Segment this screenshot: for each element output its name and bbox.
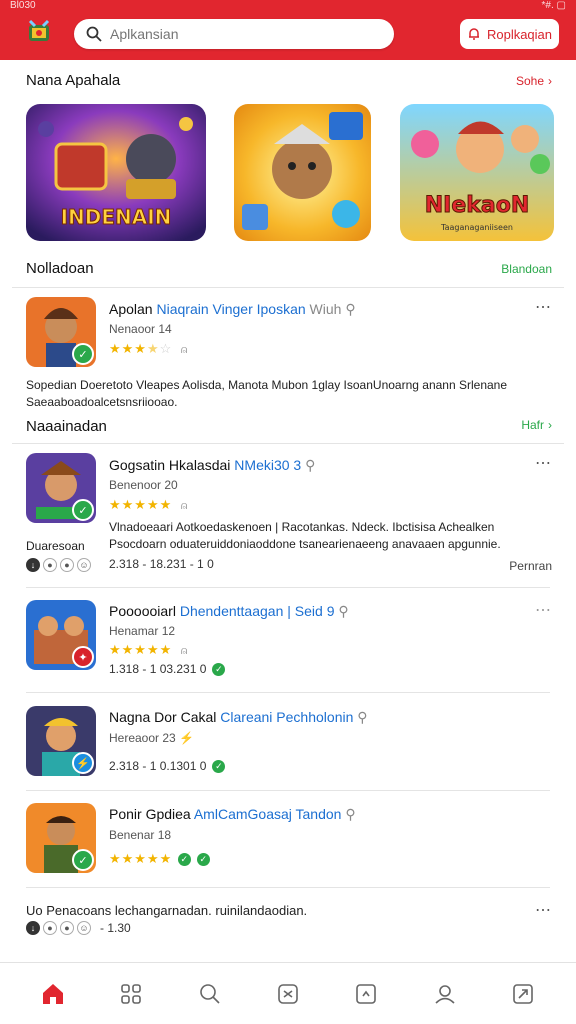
- more-options-icon[interactable]: ⋯: [535, 453, 552, 473]
- featured-see-all-link[interactable]: Sohe ›: [516, 74, 552, 88]
- divider: [26, 790, 550, 791]
- section-3-link-label: Hafr: [521, 418, 544, 432]
- mini-icons: ↓ ● ● ☺: [26, 558, 91, 572]
- user-icon: ⚲: [345, 301, 356, 317]
- lightning-icon: ⚡: [179, 731, 195, 745]
- user-icon: ⚲: [338, 603, 349, 619]
- rating-stars: ★★★★★ ✓ ✓: [109, 851, 211, 867]
- app-description: Vlnadoeaari Aotkoedaskenoen | Racotankas…: [109, 520, 501, 551]
- app-size: 1.318 - 1 03.231 0 ✓: [109, 662, 226, 677]
- home-icon[interactable]: [33, 974, 73, 1014]
- search-input[interactable]: [110, 26, 370, 42]
- header-action-label: Roplkaqian: [486, 26, 553, 42]
- mini-icons: ↓ ● ● ☺: [26, 921, 91, 935]
- fire-icon: ✦: [72, 646, 94, 668]
- status-bar-time: Bl030: [10, 0, 36, 11]
- app-meta: Hereaoor 23 ⚡: [109, 731, 195, 745]
- featured-section-title: Nana Apahala: [26, 72, 121, 89]
- more-options-icon[interactable]: ⋯: [535, 297, 552, 317]
- header-action-button[interactable]: Roplkaqian: [460, 19, 559, 49]
- profile-icon[interactable]: [425, 974, 465, 1014]
- divider: [12, 443, 564, 444]
- banner-3-caption: NIekaoN: [425, 193, 530, 218]
- chevron-right-icon: ›: [548, 418, 552, 432]
- rating-stars: ★★★★☆ ⍝: [109, 341, 189, 356]
- section-3-title: Naaainadan: [26, 418, 107, 435]
- app-meta: Benenar 18: [109, 828, 172, 842]
- check-icon: ✓: [212, 760, 226, 774]
- app-title: Apolan Niaqrain Vinger Iposkan Wiuh ⚲: [109, 301, 356, 317]
- bottom-navigation: [0, 962, 576, 1024]
- app-icon: ✦: [26, 600, 96, 670]
- verified-icon: ✓: [72, 499, 94, 521]
- chevron-right-icon: ›: [548, 74, 552, 88]
- search-bar[interactable]: [74, 19, 394, 49]
- bell-icon: ⍝: [180, 344, 189, 356]
- status-bar-icons: *#. ▢: [541, 0, 566, 11]
- featured-banner-1[interactable]: INDENAIN: [26, 104, 206, 241]
- app-title: Gogsatin Hkalasdai NMeki30 3 ⚲: [109, 457, 316, 473]
- section-2-title: Nolladoan: [26, 260, 94, 277]
- lightning-icon: ⚡: [72, 752, 94, 774]
- app-size: 2.318 - 1 0.1301 0 ✓: [109, 759, 226, 774]
- app-meta: Henamar 12: [109, 624, 176, 638]
- rating-stars: ★★★★★ ⍝: [109, 497, 189, 512]
- library-icon[interactable]: [503, 974, 543, 1014]
- divider: [26, 692, 550, 693]
- divider: [26, 887, 550, 888]
- verified-icon: ✓: [72, 849, 94, 871]
- banner-1-caption: INDENAIN: [61, 205, 172, 229]
- section-2-link[interactable]: Blandoan: [501, 262, 552, 276]
- item-text: Uo Penacoans lechangarnadan. ruinilandao…: [26, 903, 308, 918]
- app-icon: ✓: [26, 803, 96, 873]
- divider: [26, 587, 550, 588]
- apps-icon[interactable]: [111, 974, 151, 1014]
- app-title: Nagna Dor Cakal Clareani Pechholonin ⚲: [109, 709, 368, 725]
- bell-icon: ⍝: [180, 500, 189, 512]
- games-icon[interactable]: [268, 974, 308, 1014]
- app-price[interactable]: Pernran: [509, 559, 552, 573]
- app-label: Duaresoan: [26, 539, 85, 553]
- check-icon: ✓: [212, 663, 226, 677]
- app-meta: Nenaoor 14: [109, 322, 172, 336]
- divider: [12, 287, 564, 288]
- app-icon: ✓: [26, 453, 96, 523]
- app-logo-icon[interactable]: [26, 18, 52, 44]
- more-options-icon[interactable]: ⋯: [535, 900, 552, 920]
- user-icon: ⚲: [305, 457, 316, 473]
- app-header: Bl030 *#. ▢ Roplkaqian: [0, 0, 576, 60]
- bell-icon: ⍝: [180, 645, 189, 657]
- user-icon: ⚲: [357, 709, 368, 725]
- app-size: 2.318 - 18.231 - 1 0: [109, 557, 214, 571]
- app-description: Sopedian Doeretoto Vleapes Aolisda, Mano…: [26, 378, 508, 409]
- featured-link-label: Sohe: [515, 74, 544, 88]
- search-icon[interactable]: [190, 974, 230, 1014]
- bell-icon: [468, 28, 479, 40]
- featured-banner-3[interactable]: NIekaoN Taaganaganiiseen: [400, 104, 554, 241]
- app-icon: ✓: [26, 297, 96, 367]
- updates-icon[interactable]: [346, 974, 386, 1014]
- user-icon: ⚲: [345, 806, 356, 822]
- app-meta: Benenoor 20: [109, 478, 178, 492]
- app-title: Poooooiarl Dhendenttaagan | Seid 9 ⚲: [109, 603, 349, 619]
- verified-icon: ✓: [72, 343, 94, 365]
- banner-3-subcaption: Taaganaganiiseen: [440, 223, 513, 232]
- section-2-link-label: Blandoan: [501, 262, 552, 276]
- featured-banner-2[interactable]: [234, 104, 371, 241]
- app-icon: ⚡: [26, 706, 96, 776]
- item-size: - 1.30: [100, 921, 131, 935]
- search-icon: [86, 26, 102, 42]
- section-3-link[interactable]: Hafr ›: [521, 418, 552, 432]
- more-options-icon[interactable]: ⋯: [535, 600, 552, 620]
- check-icon: ✓: [197, 853, 211, 867]
- check-icon: ✓: [178, 853, 192, 867]
- rating-stars: ★★★★★ ⍝: [109, 642, 189, 657]
- app-title: Ponir Gpdiea AmlCamGoasaj Tandon ⚲: [109, 806, 356, 822]
